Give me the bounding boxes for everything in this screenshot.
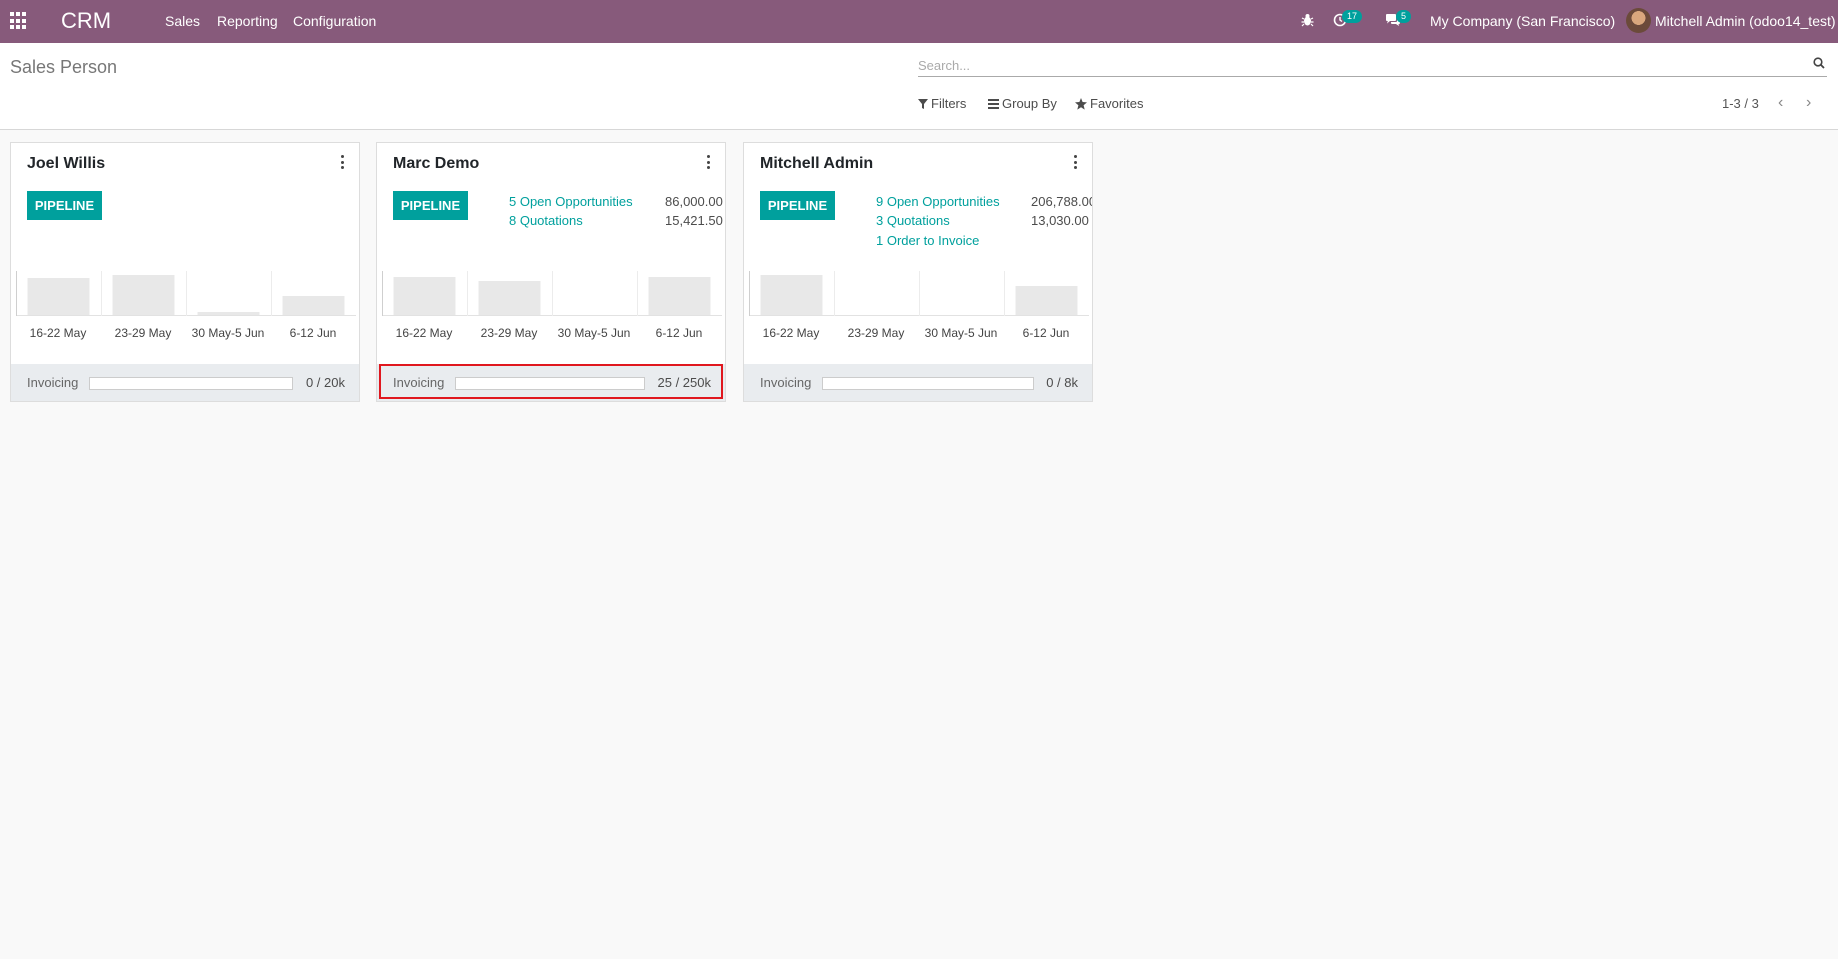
quotations-link[interactable]: 8 Quotations <box>509 213 583 228</box>
week-bar <box>27 278 90 315</box>
open-opportunities-link[interactable]: 5 Open Opportunities <box>509 194 633 209</box>
company-switcher[interactable]: My Company (San Francisco) <box>1430 13 1615 29</box>
week-label: 23-29 May <box>480 326 538 340</box>
invoicing-footer: Invoicing 0 / 20k <box>11 364 359 401</box>
activity-count-badge: 17 <box>1342 10 1363 23</box>
top-navbar: CRM Sales Reporting Configuration 17 5 M… <box>0 0 1838 43</box>
week-label: 23-29 May <box>847 326 905 340</box>
invoicing-target[interactable]: 0 / 20k <box>306 375 345 390</box>
app-brand[interactable]: CRM <box>61 8 111 34</box>
page-title: Sales Person <box>10 57 118 77</box>
invoicing-footer: Invoicing 25 / 250k <box>377 364 725 401</box>
invoicing-target[interactable]: 0 / 8k <box>1046 375 1078 390</box>
menu-reporting[interactable]: Reporting <box>217 13 278 29</box>
week-label: 16-22 May <box>29 326 87 340</box>
user-avatar[interactable] <box>1626 8 1651 33</box>
week-bar <box>393 277 456 315</box>
weekly-bar-chart <box>382 271 722 316</box>
card-title: Joel Willis <box>27 155 106 172</box>
invoicing-progress-bar[interactable] <box>89 377 293 390</box>
week-label: 30 May-5 Jun <box>191 326 265 340</box>
week-label: 6-12 Jun <box>289 326 337 340</box>
week-bar <box>112 275 175 315</box>
favorites-label: Favorites <box>1090 96 1144 111</box>
card-menu-icon[interactable] <box>707 155 711 169</box>
week-bar <box>760 275 823 315</box>
week-bar <box>648 277 711 315</box>
week-label: 6-12 Jun <box>655 326 703 340</box>
apps-menu-icon[interactable] <box>10 12 28 30</box>
salesperson-card[interactable]: Joel Willis PIPELINE 16-22 May 23-29 May… <box>10 142 360 402</box>
user-menu[interactable]: Mitchell Admin (odoo14_test) <box>1655 13 1836 29</box>
favorites-button[interactable]: Favorites <box>1075 96 1143 111</box>
week-label: 30 May-5 Jun <box>924 326 998 340</box>
week-label: 6-12 Jun <box>1022 326 1070 340</box>
control-panel: Sales Person Filters Group By Favorites … <box>0 43 1838 130</box>
week-bar <box>478 281 541 315</box>
bars-icon <box>988 98 999 109</box>
open-opportunities-link[interactable]: 9 Open Opportunities <box>876 194 1000 209</box>
pager-next-icon[interactable]: › <box>1806 94 1811 112</box>
invoicing-label: Invoicing <box>27 375 79 390</box>
card-title: Mitchell Admin <box>760 155 874 172</box>
message-count-badge: 5 <box>1396 10 1412 23</box>
filter-icon <box>918 98 928 109</box>
week-label: 16-22 May <box>395 326 453 340</box>
week-label: 23-29 May <box>114 326 172 340</box>
opportunities-amount: 206,788.00 <box>1031 194 1093 209</box>
selection-highlight <box>379 364 723 399</box>
order-to-invoice-link[interactable]: 1 Order to Invoice <box>876 233 979 248</box>
pipeline-button[interactable]: PIPELINE <box>393 191 468 220</box>
filters-button[interactable]: Filters <box>918 96 966 111</box>
pipeline-button[interactable]: PIPELINE <box>760 191 835 220</box>
group-by-label: Group By <box>1002 96 1057 111</box>
pager-previous-icon[interactable]: ‹ <box>1778 94 1783 112</box>
card-menu-icon[interactable] <box>341 155 345 169</box>
group-by-button[interactable]: Group By <box>988 96 1057 111</box>
salesperson-card[interactable]: Marc Demo PIPELINE 5 Open Opportunities … <box>376 142 726 402</box>
pager-value[interactable]: 1-3 / 3 <box>1722 96 1759 111</box>
week-bar <box>282 296 345 315</box>
card-title: Marc Demo <box>393 155 480 172</box>
debug-bug-icon[interactable] <box>1301 13 1314 27</box>
week-label: 16-22 May <box>762 326 820 340</box>
search-icon[interactable] <box>1813 57 1825 69</box>
invoicing-progress-bar[interactable] <box>822 377 1034 390</box>
week-bar <box>1015 286 1078 315</box>
week-bar <box>197 312 260 315</box>
salesperson-card[interactable]: Mitchell Admin PIPELINE 9 Open Opportuni… <box>743 142 1093 402</box>
quotations-amount: 13,030.00 <box>1031 213 1089 228</box>
pipeline-button[interactable]: PIPELINE <box>27 191 102 220</box>
weekly-bar-chart <box>16 271 356 316</box>
filters-label: Filters <box>931 96 967 111</box>
search-input[interactable] <box>918 55 1798 75</box>
opportunities-amount: 86,000.00 <box>665 194 723 209</box>
menu-sales[interactable]: Sales <box>165 13 200 29</box>
quotations-amount: 15,421.50 <box>665 213 723 228</box>
week-label: 30 May-5 Jun <box>557 326 631 340</box>
star-icon <box>1075 97 1087 110</box>
invoicing-footer: Invoicing 0 / 8k <box>744 364 1092 401</box>
menu-configuration[interactable]: Configuration <box>293 13 376 29</box>
weekly-bar-chart <box>749 271 1089 316</box>
quotations-link[interactable]: 3 Quotations <box>876 213 950 228</box>
search-bar <box>918 53 1827 77</box>
invoicing-label: Invoicing <box>760 375 812 390</box>
card-menu-icon[interactable] <box>1074 155 1078 169</box>
